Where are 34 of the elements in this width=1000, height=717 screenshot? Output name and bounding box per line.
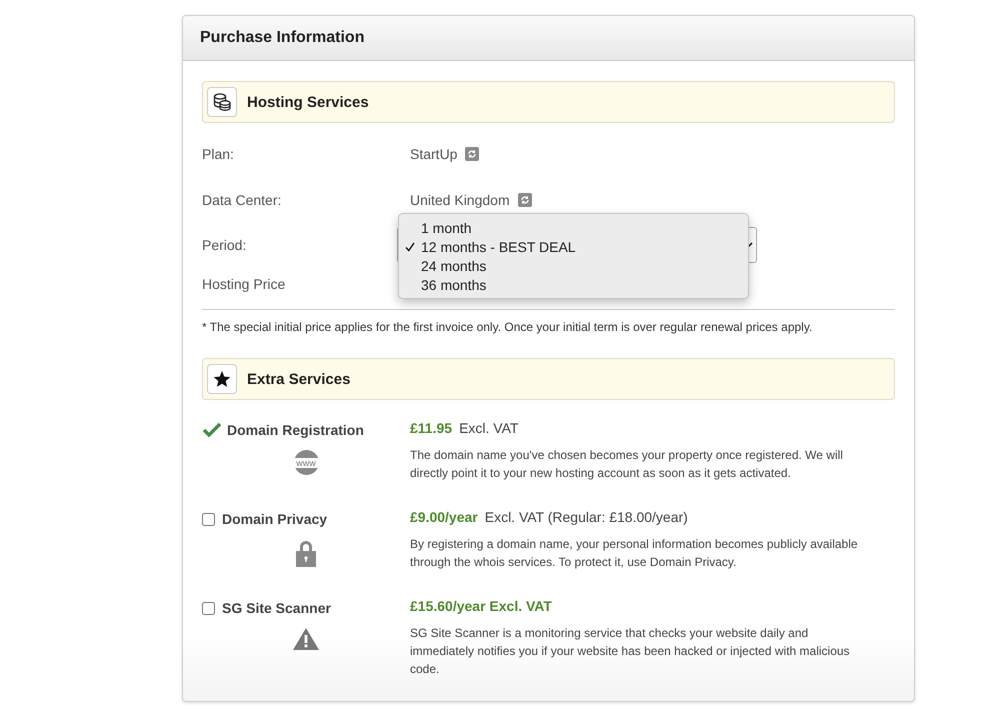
field-label: Data Center: (202, 192, 282, 208)
price-note: Excl. VAT (459, 420, 518, 436)
service-description: The domain name you've chosen becomes your property once registered. We will directly point it to your new hosting account as soon as it gets activated. (410, 447, 844, 482)
section-title: Extra Services (247, 370, 350, 388)
menu-option[interactable]: 1 month (399, 218, 748, 237)
warning-icon (293, 628, 319, 650)
field-label: Plan: (202, 146, 235, 162)
field-label: Hosting Price (202, 276, 286, 292)
change-button[interactable] (465, 147, 480, 161)
service-description: SG Site Scanner is a monitoring service that checks your website daily and immediately notifies you if your website has been hacked or injected with malicious code. (410, 625, 851, 678)
section-title: Hosting Services (247, 94, 369, 110)
service-name: Domain Registration (227, 422, 364, 438)
change-button[interactable] (518, 193, 532, 207)
field-value: StartUp (410, 146, 458, 162)
www-icon: www (294, 450, 318, 475)
price-text: £9.00/year (410, 509, 478, 525)
menu-option[interactable]: 12 months - BEST DEAL (399, 237, 748, 256)
checkbox[interactable] (202, 602, 215, 614)
footnote-text: * The special initial price applies for the first invoice only. Once your initial term is over regular renewal prices apply. (202, 320, 814, 334)
panel-title: Purchase Information (200, 29, 364, 47)
star-icon (213, 370, 231, 388)
lock-icon (295, 539, 317, 567)
checkbox[interactable] (202, 512, 215, 526)
field-value: United Kingdom (410, 192, 510, 208)
service-description: By registering a domain name, your personal information becomes publicly available through the whois services. To protect it, use Domain Privacy. (410, 536, 859, 571)
field-label: Period: (202, 237, 248, 253)
price-note: Excl. VAT (Regular: £18.00/year) (484, 509, 688, 525)
coins-icon (212, 93, 232, 111)
price-text: £15.60/year Excl. VAT (410, 598, 552, 614)
price-text: £11.95 (410, 420, 452, 436)
menu-option[interactable]: 36 months (399, 275, 748, 294)
service-name: Domain Privacy (222, 511, 328, 527)
menu-option[interactable]: 24 months (399, 256, 748, 275)
service-name: SG Site Scanner (222, 600, 331, 616)
